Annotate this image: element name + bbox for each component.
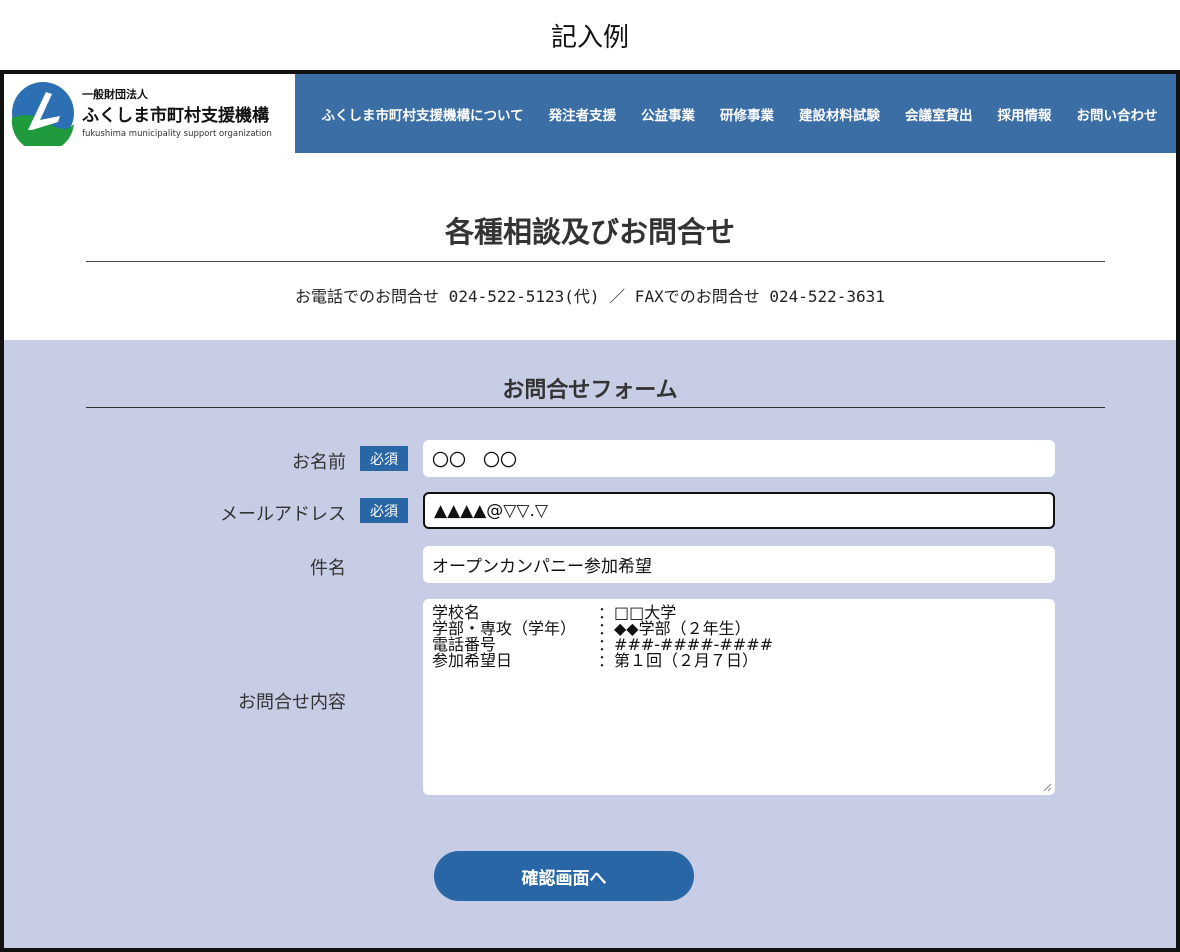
nav-item-public-services[interactable]: 公益事業 [641,104,695,124]
contact-section: 各種相談及びお問合せ お電話でのお問合せ 024-522-5123(代) ／ F… [4,153,1176,340]
nav-item-material-testing[interactable]: 建設材料試験 [799,104,880,124]
name-required-badge: 必須 [360,446,408,471]
email-input[interactable]: ▲▲▲▲@▽▽.▽ [423,492,1055,529]
page-frame: 一般財団法人 ふくしま市町村支援機構 fukushima municipalit… [0,70,1180,952]
site-header: 一般財団法人 ふくしま市町村支援機構 fukushima municipalit… [4,74,1176,153]
message-label: お問合せ内容 [238,692,346,713]
nav-item-training[interactable]: 研修事業 [720,104,774,124]
contact-phone-fax: お電話でのお問合せ 024-522-5123(代) ／ FAXでのお問合せ 02… [295,287,885,306]
nav-item-client-support[interactable]: 発注者支援 [549,104,617,124]
name-input[interactable]: 〇〇 〇〇 [423,440,1055,477]
message-line-value: ：第１回（２月７日） [598,651,759,670]
nav-item-recruitment[interactable]: 採用情報 [998,104,1052,124]
email-label: メールアドレス [220,504,346,525]
logo-org-type: 一般財団法人 [82,88,148,101]
nav-item-about[interactable]: ふくしま市町村支援機構について [321,104,523,124]
subject-label: 件名 [310,558,346,579]
message-textarea[interactable]: 学校名 ：□□大学 学部・専攻（学年） ：◆◆学部（２年生） 電話番号 ：###… [423,599,1055,795]
logo[interactable]: 一般財団法人 ふくしま市町村支援機構 fukushima municipalit… [4,74,295,153]
example-caption: 記入例 [550,22,629,53]
inquiry-form: お問合せフォーム お名前 必須 〇〇 〇〇 メールアドレス 必須 ▲▲▲▲@▽▽… [4,340,1176,948]
logo-org-name: ふくしま市町村支援機構 [82,106,269,126]
title-divider [86,261,1105,262]
resize-handle-icon[interactable] [1042,782,1052,792]
nav-item-contact[interactable]: お問い合わせ [1076,104,1157,124]
message-line: 参加希望日 ：第１回（２月７日） [432,653,1046,669]
form-title: お問合せフォーム [502,378,678,403]
page-title: 各種相談及びお問合せ [444,215,735,249]
confirm-button[interactable]: 確認画面へ [434,851,694,901]
organization-logo-icon [11,82,74,146]
form-title-divider [86,407,1105,408]
subject-input[interactable]: オープンカンパニー参加希望 [423,546,1055,583]
name-label: お名前 [292,452,346,473]
message-line-key: 参加希望日 [432,651,513,670]
logo-org-english: fukushima municipality support organizat… [82,129,272,139]
email-required-badge: 必須 [360,498,408,523]
main-nav: ふくしま市町村支援機構について 発注者支援 公益事業 研修事業 建設材料試験 会… [295,74,1176,153]
nav-item-room-rental[interactable]: 会議室貸出 [905,104,973,124]
